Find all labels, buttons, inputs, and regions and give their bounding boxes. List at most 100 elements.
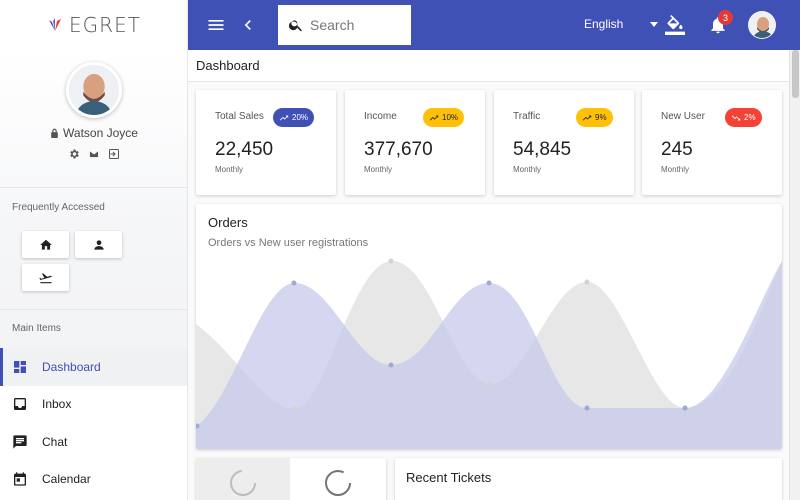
orders-chart-card: Orders Orders vs New user registrations bbox=[196, 204, 782, 449]
stat-title: Income bbox=[364, 111, 397, 122]
data-point bbox=[291, 406, 297, 412]
logout-icon[interactable] bbox=[108, 148, 120, 160]
calendar-icon bbox=[14, 472, 26, 486]
stat-card-total-sales: Total Sales 20% 22,450 Monthly bbox=[196, 90, 336, 195]
sidebar-item-label: Dashboard bbox=[42, 359, 101, 374]
avatar[interactable] bbox=[66, 62, 122, 118]
stat-change: 10% bbox=[442, 113, 459, 122]
sidebar-item-dashboard[interactable]: Dashboard bbox=[0, 348, 187, 386]
sidebar: EGRET Watson Joyce Frequently Accessed M… bbox=[0, 0, 188, 500]
frequent-home-button[interactable] bbox=[22, 231, 69, 258]
data-point bbox=[486, 280, 492, 286]
menu-icon[interactable] bbox=[206, 15, 226, 35]
frequent-title: Frequently Accessed bbox=[12, 202, 105, 213]
stat-card-traffic: Traffic 9% 54,845 Monthly bbox=[494, 90, 634, 195]
sidebar-item-chat[interactable]: Chat bbox=[0, 423, 187, 461]
avatar-image bbox=[69, 65, 119, 115]
brand-name: EGRET bbox=[69, 13, 141, 37]
sidebar-item-calendar[interactable]: Calendar bbox=[0, 461, 187, 499]
scrollbar-thumb[interactable] bbox=[792, 50, 799, 98]
stat-period: Monthly bbox=[364, 165, 393, 174]
trending-up-icon bbox=[582, 115, 592, 120]
breadcrumb: Dashboard bbox=[188, 50, 794, 82]
frequent-flight-button[interactable] bbox=[22, 264, 69, 291]
search-box[interactable] bbox=[278, 5, 411, 45]
search-icon bbox=[288, 20, 302, 32]
notification-badge: 3 bbox=[718, 10, 733, 25]
loading-card bbox=[196, 458, 386, 500]
frequent-person-button[interactable] bbox=[75, 231, 122, 258]
main-items-title: Main Items bbox=[12, 323, 61, 334]
stat-change-badge: 9% bbox=[576, 108, 613, 127]
stat-value: 245 bbox=[661, 139, 693, 160]
data-point bbox=[388, 362, 394, 368]
gear-icon[interactable] bbox=[68, 148, 80, 160]
stat-change-badge: 10% bbox=[423, 108, 465, 127]
username: Watson Joyce bbox=[0, 126, 187, 140]
sidebar-item-inbox[interactable]: Inbox bbox=[0, 386, 187, 424]
inbox-icon bbox=[14, 398, 26, 411]
stat-value: 377,670 bbox=[364, 139, 433, 160]
app-root: EGRET Watson Joyce Frequently Accessed M… bbox=[0, 0, 800, 500]
profile-actions bbox=[0, 148, 187, 160]
stat-title: New User bbox=[661, 111, 705, 122]
stat-value: 54,845 bbox=[513, 139, 572, 160]
stat-change: 20% bbox=[292, 113, 309, 122]
stat-change: 2% bbox=[744, 113, 756, 122]
chat-icon bbox=[13, 435, 27, 449]
data-point bbox=[291, 280, 297, 286]
stat-change-badge: 20% bbox=[273, 108, 315, 127]
stat-period: Monthly bbox=[661, 165, 690, 174]
trending-down-icon bbox=[731, 115, 741, 120]
page-scrollbar[interactable] bbox=[789, 50, 800, 500]
sidebar-item-label: Inbox bbox=[42, 397, 72, 412]
series-indigo-area bbox=[196, 261, 782, 449]
orders-subtitle: Orders vs New user registrations bbox=[208, 237, 369, 249]
stat-change-badge: 2% bbox=[725, 108, 762, 127]
home-icon bbox=[39, 239, 52, 250]
mail-icon[interactable] bbox=[88, 148, 100, 160]
flight-icon bbox=[38, 272, 52, 283]
stat-card-income: Income 10% 377,670 Monthly bbox=[345, 90, 485, 195]
loading-spinner-icon bbox=[325, 470, 351, 496]
person-icon bbox=[93, 239, 104, 250]
avatar-image bbox=[749, 12, 775, 38]
chevron-left-icon[interactable] bbox=[238, 15, 258, 35]
orders-title: Orders bbox=[208, 215, 248, 230]
sidebar-item-label: Chat bbox=[42, 434, 68, 449]
trending-up-icon bbox=[429, 115, 439, 120]
paint-bucket-icon[interactable] bbox=[665, 15, 685, 35]
stat-title: Traffic bbox=[513, 111, 541, 122]
recent-tickets-title: Recent Tickets bbox=[406, 470, 492, 485]
stat-title: Total Sales bbox=[215, 111, 264, 122]
language-label: English bbox=[584, 17, 624, 31]
stat-change: 9% bbox=[595, 113, 607, 122]
sidebar-nav: Dashboard Inbox Chat Calendar bbox=[0, 348, 187, 499]
breadcrumb-current: Dashboard bbox=[196, 58, 260, 73]
stat-period: Monthly bbox=[215, 165, 244, 174]
stat-card-new-user: New User 2% 245 Monthly bbox=[642, 90, 782, 195]
frequent-grid bbox=[22, 231, 128, 291]
stat-period: Monthly bbox=[513, 165, 542, 174]
data-point bbox=[486, 381, 492, 387]
egret-logo-icon bbox=[49, 18, 62, 31]
data-point bbox=[682, 405, 688, 411]
data-point bbox=[388, 258, 394, 264]
sidebar-item-label: Calendar bbox=[42, 472, 91, 487]
data-point bbox=[584, 405, 590, 411]
language-selector[interactable]: English bbox=[584, 17, 659, 31]
chevron-down-icon bbox=[650, 22, 659, 27]
user-profile: Watson Joyce bbox=[0, 62, 187, 160]
dashboard-icon bbox=[14, 360, 26, 373]
user-avatar[interactable] bbox=[748, 11, 776, 39]
search-input[interactable] bbox=[310, 17, 400, 33]
brand[interactable]: EGRET bbox=[0, 0, 187, 50]
topbar: English 3 bbox=[188, 0, 800, 50]
recent-tickets-card: Recent Tickets bbox=[395, 458, 782, 500]
username-text: Watson Joyce bbox=[63, 126, 138, 140]
divider bbox=[0, 187, 187, 188]
loading-spinner-icon bbox=[230, 470, 256, 496]
divider bbox=[0, 309, 187, 310]
stat-value: 22,450 bbox=[215, 139, 274, 160]
lock-icon bbox=[51, 128, 58, 138]
